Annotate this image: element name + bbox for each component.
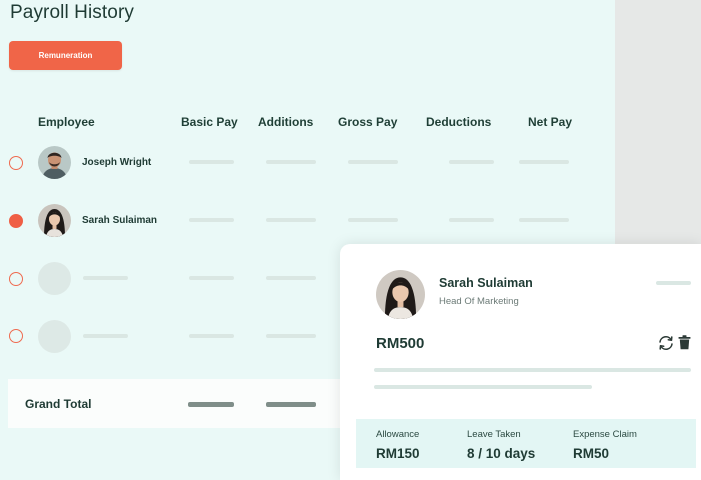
additions-placeholder [266,276,316,280]
avatar-placeholder [38,320,71,353]
column-header-gross-pay[interactable]: Gross Pay [338,115,397,129]
gross-pay-placeholder [348,218,398,222]
remuneration-button[interactable]: Remuneration [9,41,122,70]
additions-placeholder [266,334,316,338]
avatar [376,270,425,319]
avatar-placeholder [38,262,71,295]
expense-claim-value: RM50 [573,446,610,461]
column-header-basic-pay[interactable]: Basic Pay [181,115,238,129]
row-select-radio[interactable] [9,156,23,170]
card-header-placeholder [656,281,691,285]
column-header-deductions[interactable]: Deductions [426,115,491,129]
additions-placeholder [266,218,316,222]
leave-taken-value: 8 / 10 days [467,446,536,461]
detail-employee-name: Sarah Sulaiman [439,276,533,290]
row-select-radio[interactable] [9,329,23,343]
leave-taken-label: Leave Taken [467,429,521,440]
row-select-radio-selected[interactable] [9,214,23,228]
basic-pay-placeholder [189,218,234,222]
page-title: Payroll History [10,2,134,23]
employee-name: Joseph Wright [82,157,152,168]
name-placeholder [83,276,128,280]
grand-total-label: Grand Total [25,397,92,411]
column-header-employee[interactable]: Employee [38,115,95,129]
basic-pay-placeholder [189,334,234,338]
expense-claim-label: Expense Claim [573,429,637,440]
avatar [38,146,71,179]
refresh-icon[interactable] [657,335,675,356]
trash-icon[interactable] [678,335,691,355]
grand-total-additions [266,402,316,407]
detail-employee-role: Head Of Marketing [439,296,519,307]
gross-pay-placeholder [348,160,398,164]
detail-line-placeholder [374,385,592,389]
deductions-placeholder [449,160,494,164]
employee-name: Sarah Sulaiman [82,215,158,226]
column-header-additions[interactable]: Additions [258,115,313,129]
basic-pay-placeholder [189,160,234,164]
net-pay-placeholder [519,218,569,222]
additions-placeholder [266,160,316,164]
avatar [38,204,71,237]
allowance-label: Allowance [376,429,420,440]
grand-total-basic-pay [188,402,234,407]
detail-line-placeholder [374,368,691,372]
net-pay-placeholder [519,160,569,164]
name-placeholder [83,334,128,338]
deductions-placeholder [449,218,494,222]
allowance-value: RM150 [376,446,420,461]
detail-amount: RM500 [376,335,425,352]
column-header-net-pay[interactable]: Net Pay [528,115,572,129]
row-select-radio[interactable] [9,272,23,286]
basic-pay-placeholder [189,276,234,280]
